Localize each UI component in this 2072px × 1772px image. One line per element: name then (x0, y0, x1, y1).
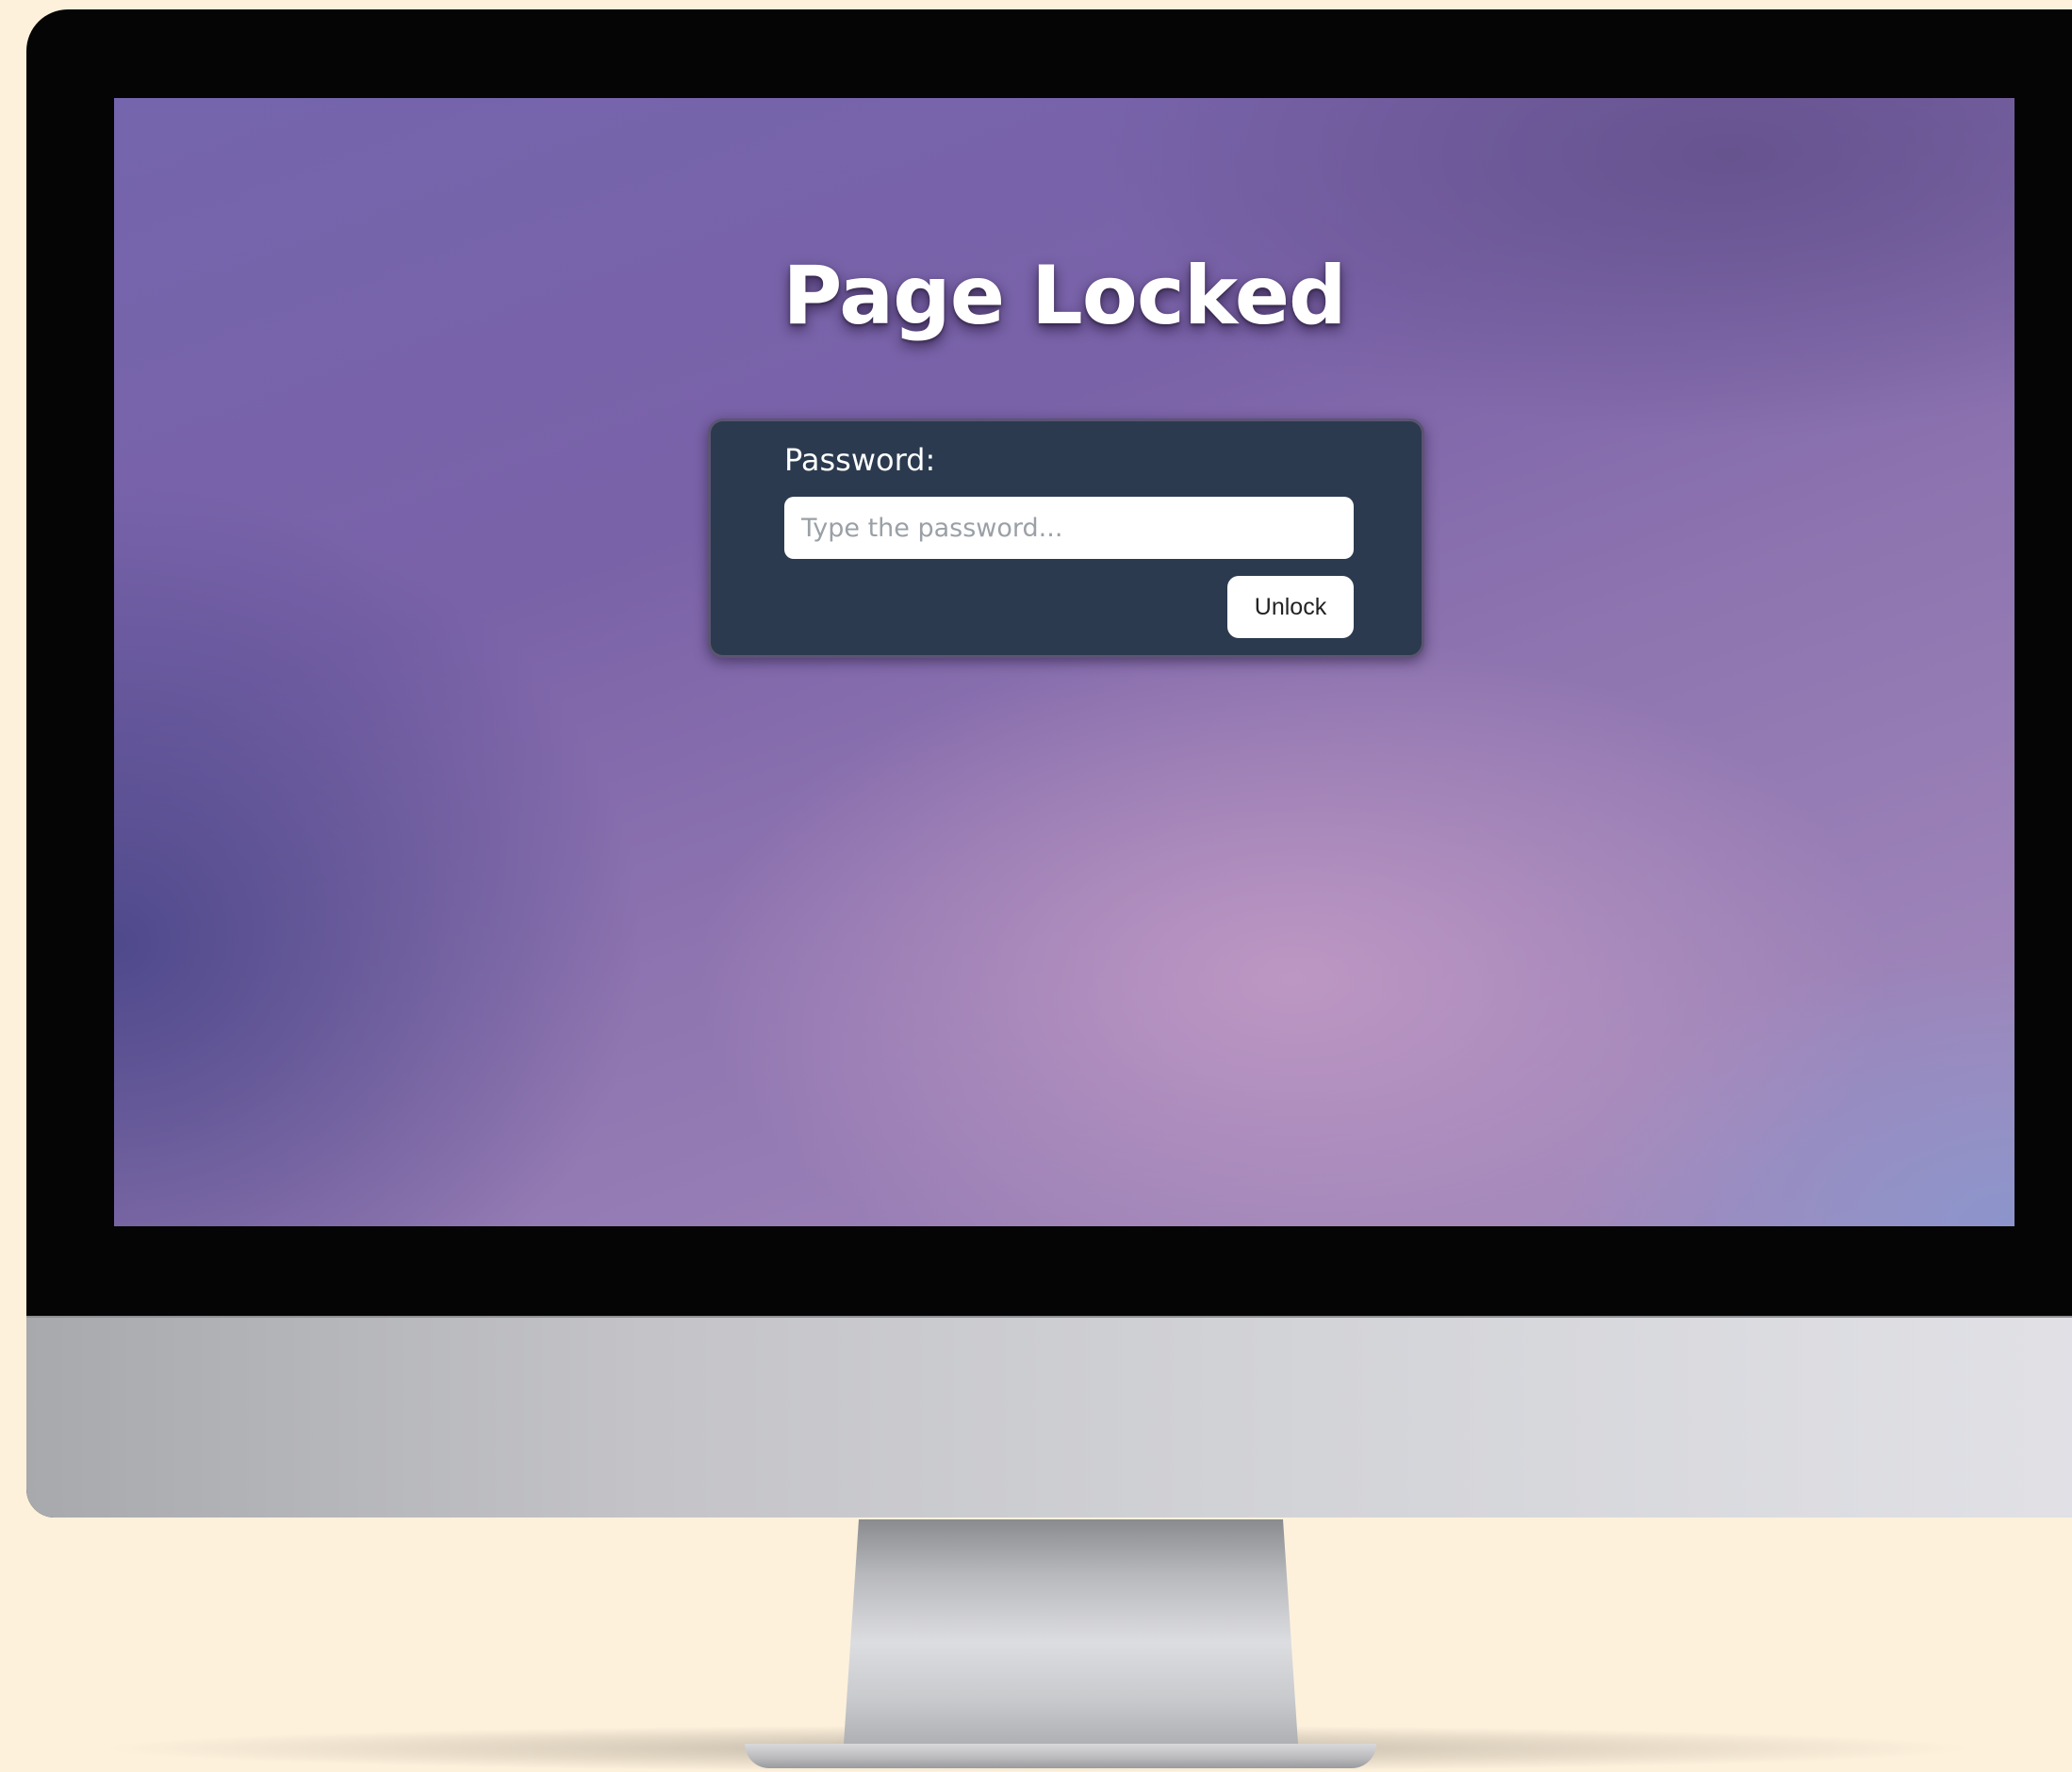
monitor-stand-base (745, 1744, 1376, 1768)
monitor-frame: Page Locked Password: Unlock (26, 9, 2072, 1518)
password-input[interactable] (784, 497, 1354, 559)
screen: Page Locked Password: Unlock (114, 98, 2014, 1226)
unlock-button[interactable]: Unlock (1227, 576, 1354, 638)
password-label: Password: (784, 442, 936, 478)
password-panel: Password: Unlock (708, 418, 1424, 658)
monitor-stand (844, 1519, 1298, 1744)
page-title: Page Locked (782, 249, 1346, 343)
monitor-chin (26, 1316, 2072, 1518)
